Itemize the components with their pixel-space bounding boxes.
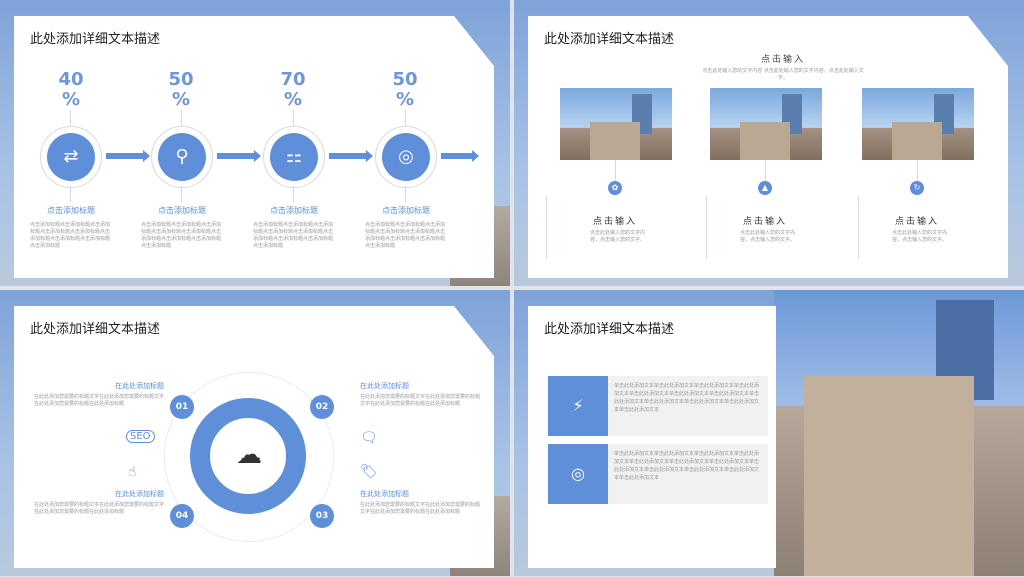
slide-title: 此处添加详细文本描述: [544, 32, 675, 47]
chat-bubbles-icon: 🗨: [360, 430, 378, 446]
hand-touch-icon: ☝: [128, 464, 137, 480]
panel-2-text[interactable]: 单击此处添加文本单击此处添加文本单击此处添加文本单击此处添加文本单击此处添加文本…: [614, 450, 762, 482]
cloud-network-icon: ☁: [236, 440, 262, 470]
step-3-text[interactable]: 点击添加标题点击添加标题点击添加标题点击添加标题点击添加标题点击添加标题点击添加…: [253, 222, 335, 250]
step-4-percent: 50%: [392, 69, 418, 110]
building-photo: [862, 88, 974, 160]
step-4-text[interactable]: 点击添加标题点击添加标题点击添加标题点击添加标题点击添加标题点击添加标题点击添加…: [365, 222, 447, 250]
step-3-percent: 70%: [280, 69, 306, 110]
item-2-label[interactable]: 点击输入: [720, 214, 810, 227]
slide-4[interactable]: 此处添加详细文本描述 ⚡ 单击此处添加文本单击此处添加文本单击此处添加文本单击此…: [514, 290, 1024, 576]
person-icon: ⚲: [158, 133, 206, 181]
flowchart-icon: ⇄: [47, 133, 95, 181]
slide-title: 此处添加详细文本描述: [30, 322, 161, 337]
step-1-percent: 40%: [58, 69, 84, 110]
network-icon: ⚏: [270, 133, 318, 181]
arrow: [329, 150, 373, 162]
building-photo: [774, 290, 1024, 576]
right-top-text[interactable]: 在此处添加您需要的标题文字在此处添加您需要的标题文字在此处添加您需要的标题在此处…: [360, 394, 480, 408]
step-3-heading[interactable]: 点击添加标题: [249, 205, 339, 216]
building-photo: [560, 88, 672, 160]
connector: [181, 186, 182, 202]
step-2-text[interactable]: 点击添加标题点击添加标题点击添加标题点击添加标题点击添加标题点击添加标题点击添加…: [141, 222, 223, 250]
target-icon: ◎: [548, 444, 608, 504]
connector: [293, 186, 294, 202]
connector: [181, 110, 182, 126]
warning-icon: ▲: [758, 181, 772, 195]
content-card: 此处添加详细文本描述 点击输入 点击此处输入您的文字内容 点击此处输入您的文字内…: [528, 16, 1008, 278]
refresh-icon: ↻: [910, 181, 924, 195]
section-subtext[interactable]: 点击此处输入您的文字内容 点击此处输入您的文字内容，点击此处输入文字。: [698, 68, 868, 82]
connector: [765, 160, 766, 182]
connector: [917, 160, 918, 182]
right-bottom-text[interactable]: 在此处添加您需要的标题文字在此处添加您需要的标题文字在此处添加您需要的标题在此处…: [360, 502, 480, 516]
step-2-ring: ⚲: [151, 126, 213, 188]
arrow: [441, 150, 479, 162]
step-3-ring: ⚏: [263, 126, 325, 188]
right-top-heading[interactable]: 在此处添加标题: [360, 381, 450, 391]
content-card: 此处添加详细文本描述 40% 50% 70% 50% ⇄ ⚲ ⚏ ◎ 点击添加标…: [14, 16, 494, 278]
step-2-heading[interactable]: 点击添加标题: [137, 205, 227, 216]
connector: [405, 186, 406, 202]
connector: [70, 110, 71, 126]
building-photo: [710, 88, 822, 160]
target-person-icon: ◎: [382, 133, 430, 181]
divider: [858, 196, 859, 258]
number-badge-03: 03: [310, 504, 334, 528]
step-1-text[interactable]: 点击添加标题点击添加标题点击添加标题点击添加标题点击添加标题点击添加标题点击添加…: [30, 222, 112, 250]
item-1-label[interactable]: 点击输入: [570, 214, 660, 227]
divider: [706, 196, 707, 258]
palette-icon: ✿: [608, 181, 622, 195]
item-2-text[interactable]: 点击此处输入您的文字内容，点击输入您的文字。: [740, 230, 798, 244]
step-4-ring: ◎: [375, 126, 437, 188]
slide-title: 此处添加详细文本描述: [544, 322, 675, 337]
arrow: [106, 150, 150, 162]
slide-2[interactable]: 此处添加详细文本描述 点击输入 点击此处输入您的文字内容 点击此处输入您的文字内…: [514, 0, 1024, 286]
connector: [405, 110, 406, 126]
item-3-text[interactable]: 点击此处输入您的文字内容，点击输入您的文字。: [892, 230, 950, 244]
step-1-ring: ⇄: [40, 126, 102, 188]
slide-3[interactable]: 此处添加详细文本描述 ☁ 01 02 03 04 在此处添加标题 在此处添加您需…: [0, 290, 510, 576]
left-bottom-heading[interactable]: 在此处添加标题: [74, 489, 164, 499]
tag-icon: 🏷: [360, 464, 378, 480]
connector: [293, 110, 294, 126]
slide-1[interactable]: 此处添加详细文本描述 40% 50% 70% 50% ⇄ ⚲ ⚏ ◎ 点击添加标…: [0, 0, 510, 286]
number-badge-04: 04: [170, 504, 194, 528]
item-1-text[interactable]: 点击此处输入您的文字内容，点击输入您的文字。: [590, 230, 648, 244]
step-1-heading[interactable]: 点击添加标题: [26, 205, 116, 216]
left-bottom-text[interactable]: 在此处添加您需要的标题文字在此处添加您需要的标题文字在此处添加您需要的标题在此处…: [34, 502, 166, 516]
content-card: 此处添加详细文本描述 ☁ 01 02 03 04 在此处添加标题 在此处添加您需…: [14, 306, 494, 568]
connector: [70, 186, 71, 202]
left-top-text[interactable]: 在此处添加您需要的标题文字在此处添加您需要的标题文字在此处添加您需要的标题在此处…: [34, 394, 166, 408]
number-badge-01: 01: [170, 395, 194, 419]
step-2-percent: 50%: [168, 69, 194, 110]
number-badge-02: 02: [310, 395, 334, 419]
lightning-icon: ⚡: [548, 376, 608, 436]
content-card: 此处添加详细文本描述 ⚡ 单击此处添加文本单击此处添加文本单击此处添加文本单击此…: [528, 306, 776, 568]
slide-title: 此处添加详细文本描述: [30, 32, 161, 47]
item-3-label[interactable]: 点击输入: [872, 214, 962, 227]
slide-grid: 此处添加详细文本描述 40% 50% 70% 50% ⇄ ⚲ ⚏ ◎ 点击添加标…: [0, 0, 1024, 577]
text-panel-1[interactable]: ⚡ 单击此处添加文本单击此处添加文本单击此处添加文本单击此处添加文本单击此处添加…: [548, 376, 768, 436]
arrow: [217, 150, 261, 162]
seo-cloud-icon: SEO: [126, 430, 155, 443]
right-bottom-heading[interactable]: 在此处添加标题: [360, 489, 450, 499]
divider: [546, 196, 547, 258]
section-heading[interactable]: 点击输入: [723, 52, 843, 65]
text-panel-2[interactable]: ◎ 单击此处添加文本单击此处添加文本单击此处添加文本单击此处添加文本单击此处添加…: [548, 444, 768, 504]
connector: [615, 160, 616, 182]
step-4-heading[interactable]: 点击添加标题: [361, 205, 451, 216]
left-top-heading[interactable]: 在此处添加标题: [74, 381, 164, 391]
panel-1-text[interactable]: 单击此处添加文本单击此处添加文本单击此处添加文本单击此处添加文本单击此处添加文本…: [614, 382, 762, 414]
